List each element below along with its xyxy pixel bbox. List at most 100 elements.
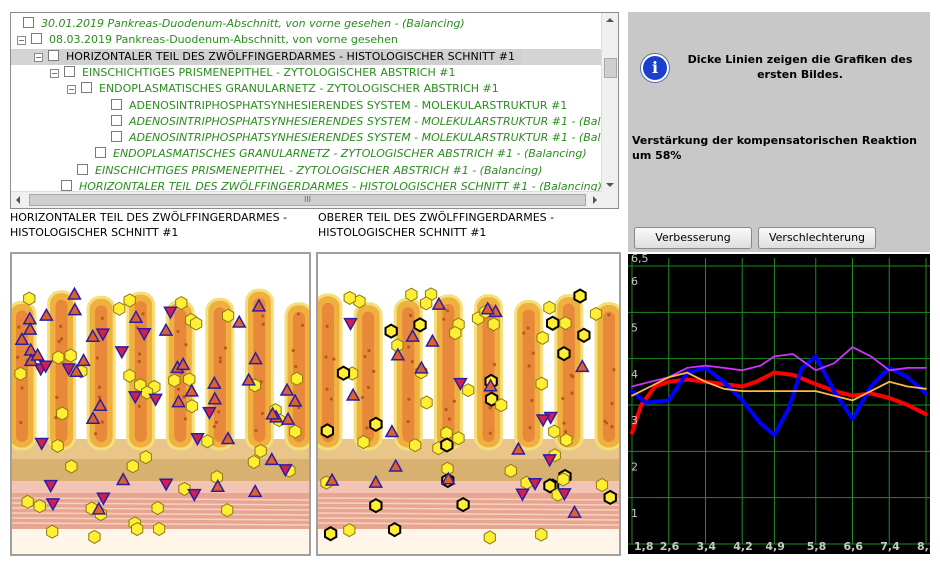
tree-node-checkbox[interactable] xyxy=(61,180,72,191)
info-icon: i xyxy=(641,54,669,82)
tree-node-checkbox[interactable] xyxy=(64,65,75,77)
marker-hexagon xyxy=(420,296,433,311)
tree-collapse-icon[interactable]: − xyxy=(34,52,43,62)
marker-hexagon xyxy=(603,489,617,506)
x-tick-label: 6,6 xyxy=(844,540,864,553)
tree-node-checkbox[interactable] xyxy=(23,17,34,28)
marker-hexagon xyxy=(153,521,166,537)
tree-node[interactable]: ENDOPLASMATISCHES GRANULARNETZ - ZYTOLOG… xyxy=(11,146,602,162)
tree-node[interactable]: ADENOSINTRIPHOSPHATSYNHESIERENDES SYSTEM… xyxy=(11,130,618,146)
marker-hexagon xyxy=(384,323,398,339)
scroll-right-arrow-icon[interactable] xyxy=(593,196,597,204)
tree-node[interactable]: ADENOSINTRIPHOSPHATSYNHESIERENDES SYSTEM… xyxy=(11,98,602,114)
tree-node[interactable]: − HORIZONTALER TEIL DES ZWÖLFFINGERDARMES… xyxy=(11,48,602,65)
marker-hexagon xyxy=(183,372,196,387)
left-histology-image[interactable] xyxy=(10,252,311,556)
y-tick-label: 1 xyxy=(631,507,638,520)
tree-vertical-scrollbar[interactable] xyxy=(601,13,618,192)
marker-hexagon xyxy=(420,395,433,410)
y-tick-label: 4 xyxy=(631,368,638,381)
tree-vertical-scroll-thumb[interactable] xyxy=(604,58,617,78)
tree-node-label: EINSCHICHTIGES PRISMENEPITHEL - ZYTOLOGI… xyxy=(95,163,543,177)
marker-hexagon xyxy=(14,366,27,381)
tree-node-checkbox[interactable] xyxy=(95,147,106,159)
tree-node[interactable]: EINSCHICHTIGES PRISMENEPITHEL - ZYTOLOGI… xyxy=(11,163,602,179)
y-tick-label: 2 xyxy=(631,461,638,474)
tree-node-label: 30.01.2019 Pankreas-Duodenum-Abschnitt, … xyxy=(41,17,465,30)
y-tick-label: 3 xyxy=(631,414,638,427)
marker-hexagon xyxy=(548,424,561,439)
tree-collapse-icon[interactable]: − xyxy=(67,85,76,95)
tree-node-label: ADENOSINTRIPHOSPHATSYNHESIERENDES SYSTEM… xyxy=(129,131,619,145)
marker-hexagon xyxy=(64,348,77,363)
worsening-button[interactable]: Verschlechterung xyxy=(758,227,876,249)
x-tick-label: 1,8 xyxy=(634,540,654,553)
marker-hexagon xyxy=(343,523,356,538)
tree-collapse-icon[interactable]: − xyxy=(17,36,26,46)
x-tick-label: 4,9 xyxy=(765,540,785,553)
marker-hexagon xyxy=(190,316,203,331)
study-tree[interactable]: 30.01.2019 Pankreas-Duodenum-Abschnitt, … xyxy=(10,12,619,209)
marker-hexagon xyxy=(168,373,181,388)
marker-hexagon xyxy=(113,301,126,316)
tree-node-label: EINSCHICHTIGES PRISMENEPITHEL - ZYTOLOGI… xyxy=(82,65,456,79)
y-tick-label: 6 xyxy=(631,275,638,288)
marker-hexagon xyxy=(536,330,549,345)
tree-node[interactable]: 30.01.2019 Pankreas-Duodenum-Abschnitt, … xyxy=(11,16,602,32)
marker-hexagon xyxy=(21,494,34,509)
y-tick-label: 5 xyxy=(631,322,638,335)
scroll-up-arrow-icon[interactable] xyxy=(606,18,614,22)
marker-hexagon xyxy=(343,290,356,305)
scroll-down-arrow-icon[interactable] xyxy=(606,183,614,187)
tree-node-checkbox[interactable] xyxy=(111,114,122,126)
tree-rows: 30.01.2019 Pankreas-Duodenum-Abschnitt, … xyxy=(11,13,618,193)
marker-hexagon xyxy=(139,450,152,465)
marker-hexagon xyxy=(483,530,496,545)
marker-hexagon xyxy=(254,443,267,459)
tree-node-checkbox[interactable] xyxy=(81,82,92,94)
marker-hexagon xyxy=(23,291,36,306)
right-image-caption: OBERER TEIL DES ZWÖLFFINGERDARMES - HIST… xyxy=(318,211,555,239)
right-histology-drawing xyxy=(318,254,619,554)
reaction-chart-svg: 1 2 3 4 5 6 6,5 1,8 2,6 3,4 4,2 4,9 5,8 6,6 7,4 8,2 xyxy=(628,252,937,553)
marker-hexagon xyxy=(201,434,214,449)
marker-hexagon xyxy=(324,526,338,542)
tree-node-checkbox[interactable] xyxy=(111,131,122,143)
left-image-caption: HORIZONTALER TEIL DES ZWÖLFFINGERDARMES … xyxy=(10,211,288,239)
marker-hexagon xyxy=(357,435,370,450)
tree-horizontal-scroll-thumb[interactable]: III xyxy=(29,194,586,206)
tree-node[interactable]: ADENOSINTRIPHOSPHATSYNHESIERENDES SYSTEM… xyxy=(11,114,618,130)
improvement-button[interactable]: Verbesserung xyxy=(634,227,752,249)
marker-hexagon xyxy=(573,288,587,304)
marker-hexagon xyxy=(175,296,188,311)
tree-node-checkbox[interactable] xyxy=(31,33,42,45)
marker-hexagon xyxy=(577,327,591,343)
marker-hexagon xyxy=(559,316,572,331)
reaction-chart: 1 2 3 4 5 6 6,5 1,8 2,6 3,4 4,2 4,9 5,8 6,6 7,4 8,2 xyxy=(628,252,937,554)
x-tick-label: 8,2 xyxy=(917,540,930,553)
tree-collapse-icon[interactable]: − xyxy=(50,68,59,78)
marker-hexagon xyxy=(535,527,548,542)
tree-node-checkbox[interactable] xyxy=(77,163,88,175)
marker-hexagon xyxy=(546,315,560,331)
muscle-layer xyxy=(12,481,309,493)
right-histology-image[interactable] xyxy=(316,252,621,556)
scroll-left-arrow-icon[interactable] xyxy=(16,196,20,204)
marker-hexagon xyxy=(462,383,475,398)
marker-hexagon xyxy=(595,477,609,493)
tree-node[interactable]: − 08.03.2019 Pankreas-Duodenum-Abschnitt,… xyxy=(11,32,602,48)
tree-node-checkbox[interactable] xyxy=(48,49,59,61)
marker-hexagon xyxy=(151,500,164,516)
tree-horizontal-scrollbar[interactable]: III xyxy=(11,191,602,208)
tree-node[interactable]: − ENDOPLASMATISCHES GRANULARNETZ - ZYTOLO… xyxy=(11,81,602,97)
marker-hexagon xyxy=(504,463,517,478)
tree-node[interactable]: − EINSCHICHTIGES PRISMENEPITHEL - ZYTOLOG… xyxy=(11,65,602,81)
marker-hexagon xyxy=(185,399,199,414)
marker-hexagon xyxy=(495,398,508,413)
marker-hexagon xyxy=(557,472,570,487)
scrollbar-corner xyxy=(602,192,618,208)
marker-hexagon xyxy=(452,431,465,446)
marker-hexagon xyxy=(336,365,351,381)
tree-node-checkbox[interactable] xyxy=(111,98,122,110)
marker-hexagon xyxy=(65,459,78,474)
